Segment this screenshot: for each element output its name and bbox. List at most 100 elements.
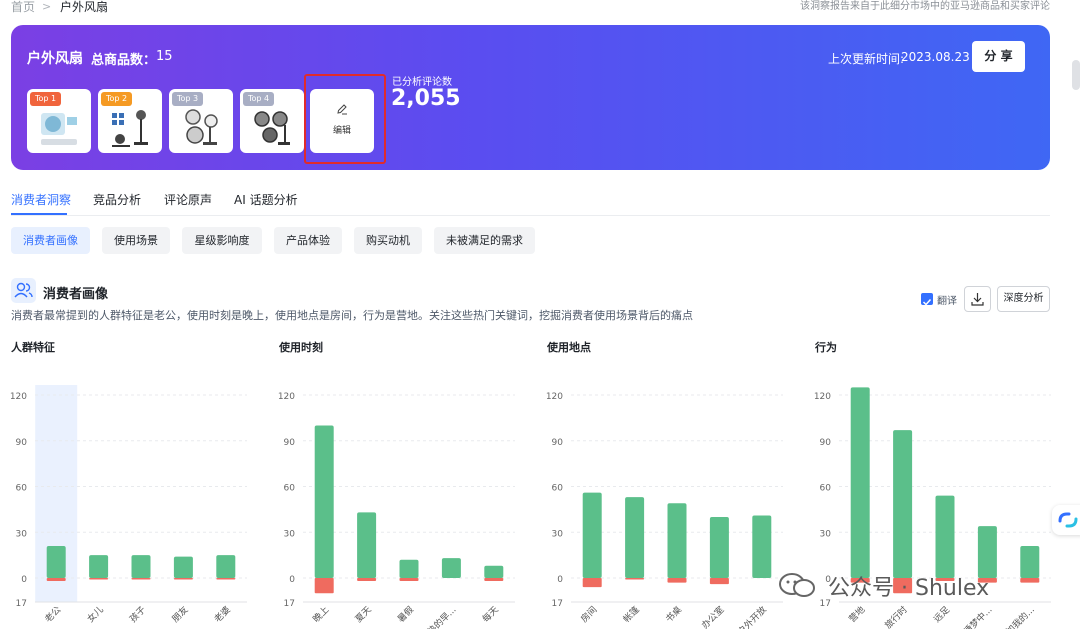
bar-negative[interactable] <box>131 578 151 580</box>
chart-title-place: 使用地点 <box>547 341 591 354</box>
x-tick-label: 户外开放 <box>735 604 769 629</box>
subtab-unmet-needs[interactable]: 未被满足的需求 <box>434 227 535 254</box>
x-tick-label: 老公 <box>42 604 63 625</box>
bar-positive[interactable] <box>399 559 419 578</box>
rank-badge: Top 2 <box>101 92 133 106</box>
breadcrumb-home[interactable]: 首页 <box>11 0 35 14</box>
bar-positive[interactable] <box>131 555 151 578</box>
x-tick-label: 帐篷 <box>620 604 641 625</box>
subtab-usage-scenario[interactable]: 使用场景 <box>102 227 170 254</box>
top-product-card-3[interactable]: Top 3 <box>169 89 233 153</box>
bar-negative[interactable] <box>399 578 419 582</box>
y-tick-label: 60 <box>552 484 564 494</box>
chart-crowd: 120 90 60 30 0 17 老公 女儿 孩子 朋友 老婆 <box>10 385 247 625</box>
y-tick-label: 30 <box>16 529 28 539</box>
assistant-float-button[interactable] <box>1052 505 1080 535</box>
tab-consumer-insight[interactable]: 消费者洞察 <box>11 191 71 208</box>
main-tabs: 消费者洞察 竞品分析 评论原声 AI 话题分析 <box>11 189 1050 216</box>
bar-positive[interactable] <box>667 503 687 578</box>
translate-label: 翻译 <box>937 296 957 307</box>
edit-label: 编辑 <box>332 126 351 136</box>
bar-negative[interactable] <box>314 578 334 594</box>
bar-negative[interactable] <box>582 578 602 588</box>
scrollbar[interactable] <box>1072 60 1080 90</box>
y-tick-label: 17 <box>16 599 27 609</box>
bar-positive[interactable] <box>314 425 334 579</box>
bar-positive[interactable] <box>1020 545 1040 578</box>
bar-negative[interactable] <box>216 578 236 580</box>
bar-positive[interactable] <box>46 545 66 578</box>
chart-place: 120 90 60 30 0 17 房间 帐篷 书桌 办公室 户外开放 <box>546 392 783 629</box>
x-tick-label: 孩子 <box>127 604 148 625</box>
x-tick-label: 旅行时 <box>882 604 910 629</box>
link-logo-icon <box>1058 512 1078 528</box>
chart-title-time: 使用时刻 <box>279 341 323 354</box>
bar-positive[interactable] <box>850 387 870 578</box>
y-tick-label: 0 <box>289 575 295 585</box>
bar-negative[interactable] <box>1020 578 1040 583</box>
tab-ai-topic-analysis[interactable]: AI 话题分析 <box>234 191 298 208</box>
x-tick-label: 炎热的早... <box>419 604 459 629</box>
subtab-consumer-profile[interactable]: 消费者画像 <box>11 227 90 254</box>
translate-checkbox[interactable] <box>921 293 933 306</box>
subtab-star-impact[interactable]: 星级影响度 <box>182 227 262 254</box>
x-tick-label: 房间 <box>578 604 599 625</box>
top-bar: 首页 > 户外风扇 该洞察报告来自于此细分市场中的亚马逊商品和买家评论 <box>0 0 1080 16</box>
x-tick-label: 书桌 <box>663 604 684 625</box>
y-tick-label: 60 <box>16 484 28 494</box>
bar-negative[interactable] <box>357 578 377 582</box>
top-product-card-1[interactable]: Top 1 <box>27 89 91 153</box>
bar-positive[interactable] <box>357 512 377 578</box>
section-title: 消费者画像 <box>43 287 109 302</box>
bar-negative[interactable] <box>173 578 193 580</box>
deep-analysis-button[interactable]: 深度分析 <box>997 286 1050 312</box>
top-product-card-2[interactable]: Top 2 <box>98 89 162 153</box>
bar-positive[interactable] <box>893 430 913 578</box>
fan-product-4-icon <box>254 111 290 145</box>
bar-positive[interactable] <box>709 517 729 578</box>
subtab-purchase-motivation[interactable]: 购买动机 <box>354 227 422 254</box>
y-tick-label: 120 <box>10 392 27 402</box>
bar-negative[interactable] <box>667 578 687 583</box>
tab-review-voice[interactable]: 评论原声 <box>164 191 212 208</box>
wechat-icon <box>779 573 815 597</box>
x-tick-label: 每天 <box>480 604 501 625</box>
y-tick-label: 60 <box>284 484 296 494</box>
bar-positive[interactable] <box>484 565 504 578</box>
x-tick-label: 营地 <box>846 604 867 625</box>
bar-positive[interactable] <box>752 515 772 578</box>
category-header-banner: 户外风扇 总商品数： 15 上次更新时间: 2023.08.23 分 享 Top… <box>11 25 1050 170</box>
x-tick-label: 女儿 <box>84 604 105 625</box>
tab-competitor-analysis[interactable]: 竞品分析 <box>93 191 141 208</box>
fan-product-1-icon <box>41 113 77 145</box>
bar-positive[interactable] <box>441 558 461 578</box>
bar-positive[interactable] <box>625 497 645 578</box>
y-tick-label: 120 <box>278 392 295 402</box>
x-tick-label: 夏天 <box>353 604 374 625</box>
top-product-card-4[interactable]: Top 4 <box>240 89 304 153</box>
edit-products-button[interactable]: 编辑 <box>310 89 374 153</box>
bar-negative[interactable] <box>89 578 109 580</box>
bar-positive[interactable] <box>935 495 955 578</box>
bar-positive[interactable] <box>216 555 236 578</box>
fan-product-2-icon <box>112 110 148 147</box>
subtab-product-experience[interactable]: 产品体验 <box>274 227 342 254</box>
last-updated-value: 2023.08.23 <box>901 50 970 64</box>
report-source-note: 该洞察报告来自于此细分市场中的亚马逊商品和买家评论 <box>800 1 1050 12</box>
bar-positive[interactable] <box>89 555 109 578</box>
download-icon <box>971 293 984 306</box>
fan-product-3-icon <box>185 109 218 145</box>
product-count-label: 总商品数： <box>91 53 157 68</box>
download-button[interactable] <box>964 286 991 312</box>
bar-negative[interactable] <box>484 578 504 582</box>
rank-badge: Top 3 <box>172 92 204 106</box>
bar-negative[interactable] <box>625 578 645 580</box>
y-tick-label: 120 <box>546 392 563 402</box>
bar-negative[interactable] <box>709 578 729 585</box>
y-tick-label: 0 <box>21 575 27 585</box>
bar-positive[interactable] <box>582 492 602 578</box>
bar-negative[interactable] <box>46 578 66 582</box>
y-tick-label: 0 <box>557 575 563 585</box>
share-button[interactable]: 分 享 <box>972 41 1025 72</box>
bar-positive[interactable] <box>173 556 193 578</box>
